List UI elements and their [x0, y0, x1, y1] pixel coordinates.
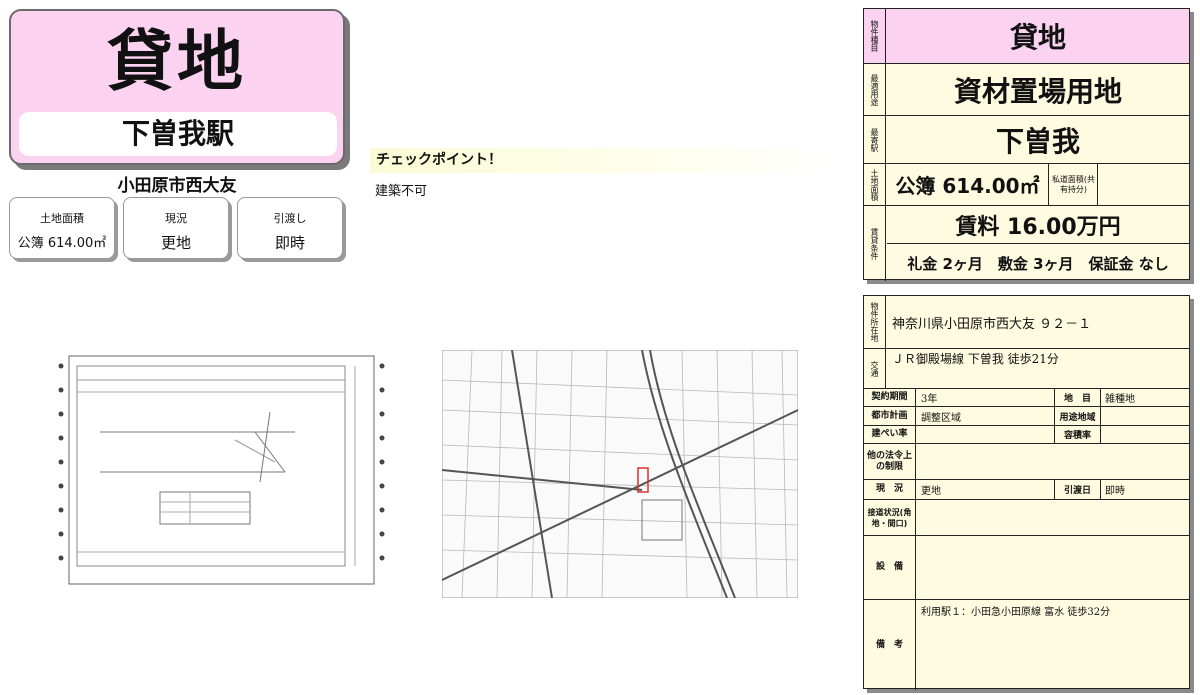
label: 最適用途	[864, 64, 886, 115]
label: 設 備	[864, 536, 916, 599]
label: 物件所在地	[864, 296, 886, 348]
value: 利用駅１：小田急小田原線 富水 徒歩32分	[921, 607, 1111, 618]
value	[917, 500, 1189, 535]
detail-panel: 物件所在地 神奈川県小田原市西大友 ９２－１ 交通 ＪＲ御殿場線 下曽我 徒歩2…	[863, 295, 1190, 690]
summary-value: 公簿 614.00㎡	[17, 236, 107, 251]
row-rent: 賃貸条件 賃料 16.00万円 礼金 2ヶ月 敷金 3ヶ月 保証金 なし	[864, 205, 1189, 281]
label: 契約期間	[864, 389, 916, 406]
summary-handover: 引渡し 即時	[237, 197, 343, 259]
value: 即時	[1105, 486, 1125, 497]
value: 神奈川県小田原市西大友 ９２－１	[892, 316, 1092, 332]
row-equipment: 設 備	[864, 535, 1189, 599]
summary-land-area: 土地面積 公簿 614.00㎡	[9, 197, 115, 259]
value	[917, 536, 1189, 599]
summary-panel: 物件種目 貸地 最適用途 資材置場用地 最寄駅 下曽我 土地面積 公簿 614.…	[863, 8, 1190, 281]
value: 公簿 614.00㎡	[887, 164, 1049, 205]
summary-label: 引渡し	[273, 212, 307, 225]
private-road-label: 私道面積(共有持分)	[1050, 164, 1098, 205]
label: 備 考	[864, 600, 916, 690]
summary-label: 現況	[165, 212, 187, 225]
label: 他の法令上の制限	[864, 444, 916, 479]
checkpoint-title: チェックポイント！	[370, 148, 835, 173]
label: 最寄駅	[864, 116, 886, 163]
row-transit: 交通 ＪＲ御殿場線 下曽我 徒歩21分	[864, 348, 1189, 388]
rent-value: 賃料 16.00万円	[887, 206, 1189, 244]
label: 地 目	[1054, 389, 1101, 406]
value: ＪＲ御殿場線 下曽我 徒歩21分	[892, 351, 1059, 366]
label: 土地面積	[864, 164, 886, 205]
label: 容積率	[1054, 426, 1101, 443]
row-property-type: 物件種目 貸地	[864, 9, 1189, 63]
row-status: 現 況 更地 引渡日 即時	[864, 479, 1189, 499]
row-contract: 契約期間 3年 地 目 雑種地	[864, 388, 1189, 406]
value: 更地	[921, 486, 941, 497]
row-best-use: 最適用途 資材置場用地	[864, 63, 1189, 115]
row-remarks: 備 考 利用駅１：小田急小田原線 富水 徒歩32分	[864, 599, 1189, 690]
label: 引渡日	[1054, 480, 1101, 499]
summary-value: 更地	[160, 234, 191, 252]
label: 賃貸条件	[864, 206, 886, 281]
checkpoint-text: 建築不可	[375, 184, 428, 199]
value: 3年	[921, 394, 938, 405]
value: 資材置場用地	[953, 74, 1122, 108]
summary-label: 土地面積	[40, 212, 84, 225]
value: 雑種地	[1105, 394, 1135, 405]
row-land-area: 土地面積 公簿 614.00㎡ 私道面積(共有持分)	[864, 163, 1189, 205]
label: 都市計画	[864, 407, 916, 425]
label: 物件種目	[864, 9, 886, 63]
value	[917, 426, 1054, 443]
row-legal: 他の法令上の制限	[864, 443, 1189, 479]
value: 貸地	[1009, 21, 1066, 54]
row-address: 物件所在地 神奈川県小田原市西大友 ９２－１	[864, 296, 1189, 348]
label: 接道状況(角地・間口)	[864, 500, 916, 535]
value	[917, 444, 1189, 479]
value	[1101, 407, 1189, 425]
value: 調整区域	[921, 412, 961, 424]
summary-value: 即時	[274, 234, 305, 252]
row-nearest-station: 最寄駅 下曽我	[864, 115, 1189, 163]
label: 用途地域	[1054, 407, 1101, 425]
property-type: 貸地	[107, 23, 247, 100]
title-card: 貸地 下曽我駅	[9, 9, 345, 165]
label: 建ぺい率	[864, 426, 916, 443]
fees-value: 礼金 2ヶ月 敷金 3ヶ月 保証金 なし	[907, 254, 1169, 273]
value: 下曽我	[995, 124, 1080, 158]
label: 現 況	[864, 480, 916, 499]
label: 交通	[864, 349, 886, 388]
row-road: 接道状況(角地・間口)	[864, 499, 1189, 535]
value	[1101, 426, 1189, 443]
station-name: 下曽我駅	[19, 112, 337, 156]
city-name: 小田原市西大友	[117, 176, 237, 196]
row-city-plan: 都市計画 調整区域 用途地域	[864, 406, 1189, 425]
area-map-image	[442, 350, 798, 598]
survey-map-image	[55, 352, 390, 592]
row-bcr: 建ぺい率 容積率	[864, 425, 1189, 443]
summary-status: 現況 更地	[123, 197, 229, 259]
